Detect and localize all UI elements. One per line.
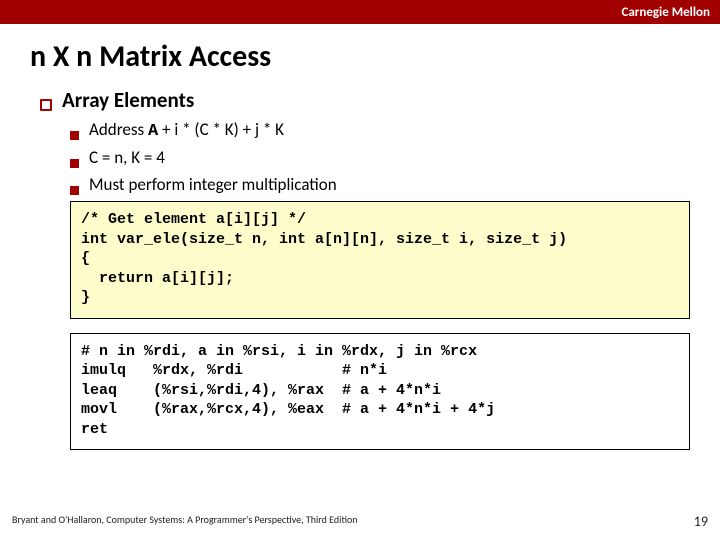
bullet-text: C = n, K = 4 (89, 147, 165, 168)
page-number: 19 (694, 513, 708, 530)
brand-label: Carnegie Mellon (621, 5, 710, 20)
slide: Carnegie Mellon n X n Matrix Access Arra… (0, 0, 720, 540)
footer: Bryant and O'Hallaron, Computer Systems:… (12, 513, 708, 530)
solid-square-icon (70, 186, 79, 195)
code-block-c: /* Get element a[i][j] */ int var_ele(si… (70, 201, 690, 319)
code-block-asm: # n in %rdi, a in %rsi, i in %rdx, j in … (70, 333, 690, 451)
section-heading: Array Elements (62, 87, 194, 113)
footer-citation: Bryant and O'Hallaron, Computer Systems:… (12, 513, 358, 530)
bullet-item: C = n, K = 4 (70, 147, 690, 168)
sub-bullets: Address A + i * (C * K) + j * K C = n, K… (40, 119, 690, 195)
bullet-item: Must perform integer multiplication (70, 174, 690, 195)
content-area: Array Elements Address A + i * (C * K) +… (0, 87, 720, 450)
code-inline: A (148, 122, 158, 141)
bullet-item: Address A + i * (C * K) + j * K (70, 119, 690, 141)
section-row: Array Elements (40, 87, 690, 113)
hollow-square-icon (40, 99, 52, 111)
solid-square-icon (70, 131, 79, 140)
slide-title: n X n Matrix Access (0, 24, 720, 83)
solid-square-icon (70, 159, 79, 168)
bullet-text: Address A + i * (C * K) + j * K (89, 119, 284, 141)
brand-bar: Carnegie Mellon (0, 0, 720, 24)
bullet-text: Must perform integer multiplication (89, 174, 337, 195)
